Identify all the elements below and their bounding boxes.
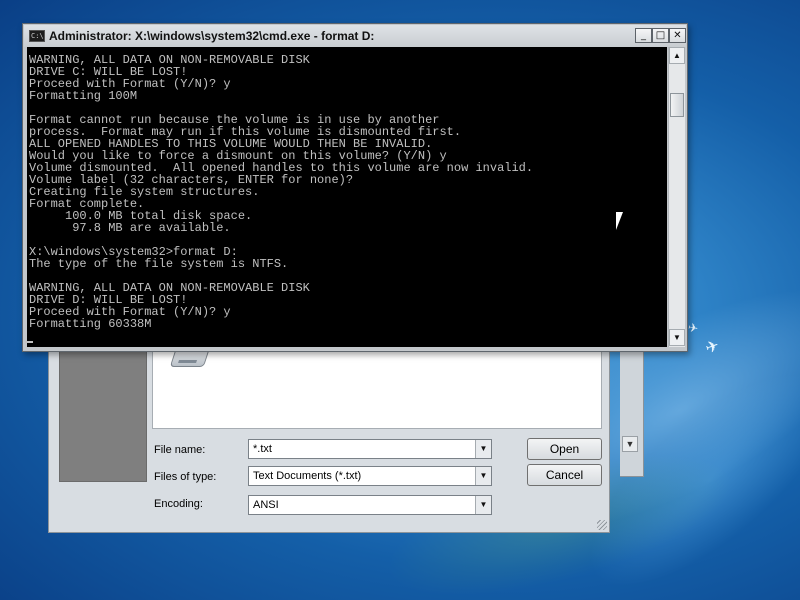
background-window: ▼ bbox=[620, 335, 644, 477]
chevron-down-icon[interactable]: ▼ bbox=[475, 440, 491, 458]
console-output-area[interactable]: WARNING, ALL DATA ON NON-REMOVABLE DISK … bbox=[27, 47, 667, 347]
title-bar[interactable]: C:\ Administrator: X:\windows\system32\c… bbox=[24, 25, 686, 47]
scroll-down-icon[interactable]: ▼ bbox=[622, 436, 638, 452]
files-of-type-label: Files of type: bbox=[154, 471, 217, 483]
wallpaper-bird-icon: ✈ bbox=[686, 320, 700, 336]
open-button[interactable]: Open bbox=[527, 438, 602, 460]
window-title: Administrator: X:\windows\system32\cmd.e… bbox=[49, 29, 375, 43]
console-icon[interactable]: C:\ bbox=[29, 30, 45, 42]
files-of-type-select[interactable]: Text Documents (*.txt) ▼ bbox=[248, 466, 492, 486]
text-cursor bbox=[25, 341, 33, 343]
encoding-select[interactable]: ANSI ▼ bbox=[248, 495, 492, 515]
encoding-label: Encoding: bbox=[154, 498, 203, 510]
chevron-down-icon[interactable]: ▼ bbox=[475, 496, 491, 514]
resize-grip[interactable] bbox=[597, 520, 607, 530]
file-name-value: *.txt bbox=[253, 443, 272, 455]
command-prompt-window: C:\ Administrator: X:\windows\system32\c… bbox=[22, 23, 688, 352]
scroll-thumb[interactable] bbox=[670, 93, 684, 117]
mouse-pointer-icon bbox=[616, 212, 623, 230]
chevron-down-icon[interactable]: ▼ bbox=[475, 467, 491, 485]
scroll-down-icon[interactable]: ▼ bbox=[669, 329, 685, 346]
close-button[interactable]: ✕ bbox=[669, 28, 686, 43]
cancel-button[interactable]: Cancel bbox=[527, 464, 602, 486]
encoding-value: ANSI bbox=[253, 499, 279, 511]
vertical-scrollbar[interactable]: ▲ ▼ bbox=[668, 47, 685, 347]
file-name-label: File name: bbox=[154, 444, 206, 456]
maximize-button[interactable]: □ bbox=[652, 28, 669, 43]
files-of-type-value: Text Documents (*.txt) bbox=[253, 470, 362, 482]
file-name-field[interactable]: *.txt ▼ bbox=[248, 439, 492, 459]
console-output-text: WARNING, ALL DATA ON NON-REMOVABLE DISK … bbox=[29, 53, 534, 331]
places-bar[interactable] bbox=[59, 336, 147, 482]
minimize-button[interactable]: _ bbox=[635, 28, 652, 43]
wallpaper-bird-icon: ✈ bbox=[703, 337, 722, 358]
scroll-up-icon[interactable]: ▲ bbox=[669, 47, 685, 64]
open-file-dialog: File name: *.txt ▼ Files of type: Text D… bbox=[48, 335, 610, 533]
